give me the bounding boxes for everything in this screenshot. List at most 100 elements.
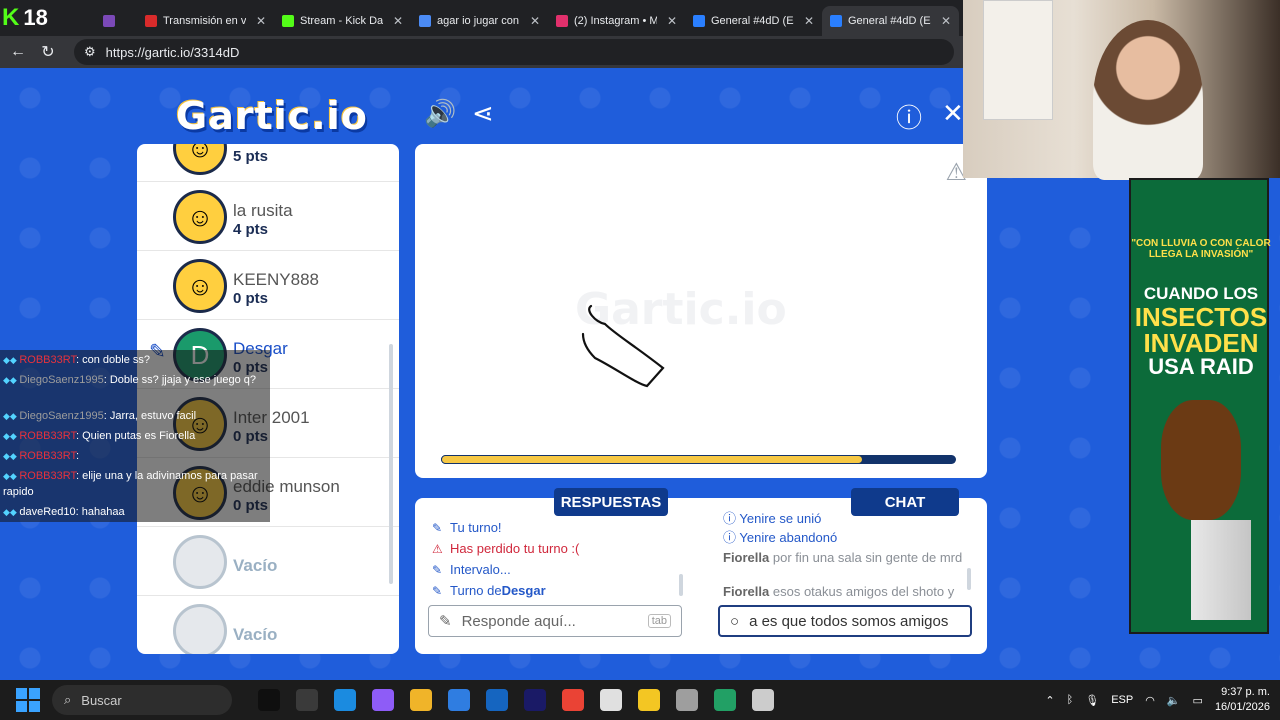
- stream-chat-user: ROBB33RT: [19, 470, 76, 482]
- gartic-logo[interactable]: Gartic.io: [176, 94, 368, 138]
- site-info-icon[interactable]: ⚙: [84, 44, 96, 60]
- player-row[interactable]: Vacío: [137, 528, 399, 596]
- chat-input-value[interactable]: a es que todos somos amigos: [749, 613, 948, 630]
- player-avatar: ☺: [173, 190, 227, 244]
- taskbar-app-icon[interactable]: [486, 689, 508, 711]
- tab-close-icon[interactable]: ✕: [393, 14, 403, 28]
- tab-title[interactable]: General #4dD (Esp: [711, 15, 794, 27]
- tab-title[interactable]: General #4dD (Esp: [848, 15, 931, 27]
- browser-tab[interactable]: General #4dD (Esp ✕: [685, 6, 822, 36]
- info-icon[interactable]: ⓘ: [896, 98, 922, 135]
- chat-text: Yenire abandonó: [739, 530, 838, 545]
- players-scrollbar[interactable]: [389, 344, 393, 584]
- language-indicator[interactable]: ESP: [1111, 694, 1133, 706]
- taskbar-app-icon[interactable]: [372, 689, 394, 711]
- browser-tab[interactable]: [95, 6, 137, 36]
- kick-logo-icon: K: [2, 4, 20, 31]
- raid-ad-banner[interactable]: "CON LLUVIA O CON CALOR LLEGA LA INVASIÓ…: [1129, 178, 1271, 634]
- sound-icon[interactable]: 🔊: [424, 98, 456, 129]
- player-row[interactable]: ☺ la rusita 4 pts: [137, 183, 399, 251]
- player-row[interactable]: Vacío: [137, 597, 399, 654]
- stream-chat-message: ◆◆ ROBB33RT: Quien putas es Fiorella: [3, 428, 267, 444]
- tab-strip: Transmisión en viv✕Stream - Kick Dash✕ag…: [95, 0, 959, 36]
- wifi-icon[interactable]: ◠: [1145, 694, 1155, 707]
- mic-icon[interactable]: 🎙: [1085, 694, 1099, 707]
- clock[interactable]: 9:37 p. m. 16/01/2026: [1215, 685, 1270, 715]
- tab-close-icon[interactable]: ✕: [804, 14, 814, 28]
- taskbar-search-label[interactable]: Buscar: [81, 693, 121, 708]
- drawing-canvas[interactable]: Gartic.io ⚠: [415, 144, 987, 478]
- tab-close-icon[interactable]: ✕: [256, 14, 266, 28]
- player-name: Vacío: [233, 556, 278, 575]
- taskbar-app-icon[interactable]: [334, 689, 356, 711]
- tab-close-icon[interactable]: ✕: [530, 14, 540, 28]
- turn-timer-fill: [441, 455, 864, 464]
- taskbar-app-icon[interactable]: [562, 689, 584, 711]
- browser-tab[interactable]: (2) Instagram • Me ✕: [548, 6, 685, 36]
- chat-scrollbar[interactable]: [967, 568, 971, 590]
- player-points: 5 pts: [233, 148, 269, 165]
- tab-title[interactable]: Stream - Kick Dash: [300, 15, 383, 27]
- ad-line4: USA RAID: [1148, 354, 1254, 379]
- answer-input-placeholder[interactable]: Responde aquí...: [462, 613, 576, 630]
- browser-tab[interactable]: Transmisión en viv ✕: [137, 6, 274, 36]
- close-icon[interactable]: ✕: [942, 98, 964, 129]
- browser-tab[interactable]: General #4dD (Esp ✕: [822, 6, 959, 36]
- answers-heading[interactable]: RESPUESTAS: [554, 488, 668, 516]
- answer-log-player: Desgar: [501, 583, 546, 598]
- ad-line1: CUANDO LOS: [1143, 284, 1259, 303]
- stream-chat-message: ◆◆ DiegoSaenz1995: Jarra, estuvo facil: [3, 408, 267, 424]
- player-name: la rusita: [233, 201, 293, 220]
- tab-favicon-icon: [103, 15, 115, 27]
- tab-title[interactable]: (2) Instagram • Me: [574, 15, 657, 27]
- chevron-up-icon[interactable]: ⌃: [1045, 694, 1054, 707]
- share-icon[interactable]: ⋖: [472, 98, 494, 129]
- chat-text: Yenire se unió: [739, 511, 822, 526]
- chat-badges-icon: ◆◆: [3, 355, 20, 365]
- drawing-stroke: [581, 304, 665, 388]
- taskbar-app-icon[interactable]: [296, 689, 318, 711]
- tab-title[interactable]: Transmisión en viv: [163, 15, 246, 27]
- player-row[interactable]: ☺ 5 pts: [137, 144, 399, 182]
- taskbar-app-icon[interactable]: [676, 689, 698, 711]
- tab-close-icon[interactable]: ✕: [941, 14, 951, 28]
- answer-input[interactable]: ✎ Responde aquí... tab: [428, 605, 682, 637]
- browser-tab[interactable]: Stream - Kick Dash ✕: [274, 6, 411, 36]
- reload-icon[interactable]: ↻: [40, 42, 56, 62]
- volume-icon[interactable]: 🔈: [1167, 694, 1181, 707]
- battery-icon[interactable]: ▭: [1193, 694, 1203, 707]
- insect-illustration: [1161, 400, 1241, 520]
- taskbar-app-icon[interactable]: [714, 689, 736, 711]
- search-icon: ○: [730, 612, 740, 630]
- tab-title[interactable]: agar io jugar con a: [437, 15, 520, 27]
- webcam-overlay: [963, 0, 1280, 180]
- player-row[interactable]: ☺ KEENY888 0 pts: [137, 252, 399, 320]
- taskbar-app-icon[interactable]: [410, 689, 432, 711]
- back-arrow-icon[interactable]: ←: [10, 43, 26, 61]
- taskbar-app-icon[interactable]: [448, 689, 470, 711]
- taskbar-app-icon[interactable]: [638, 689, 660, 711]
- tab-key-hint: tab: [647, 614, 671, 628]
- browser-tab[interactable]: agar io jugar con a ✕: [411, 6, 548, 36]
- answer-log-text: Tu turno!: [450, 520, 502, 535]
- taskbar-app-icon[interactable]: [524, 689, 546, 711]
- windows-start-icon[interactable]: [16, 688, 40, 712]
- url-field[interactable]: ⚙ https://gartic.io/3314dD: [74, 39, 954, 65]
- taskbar-app-icon[interactable]: [752, 689, 774, 711]
- taskbar-app-icon[interactable]: [600, 689, 622, 711]
- tab-close-icon[interactable]: ✕: [667, 14, 677, 28]
- chat-message: Fiorella por fin una sala sin gente de m…: [723, 551, 973, 565]
- chat-input[interactable]: ○ a es que todos somos amigos: [718, 605, 972, 637]
- tab-favicon-icon: [145, 15, 157, 27]
- stream-chat-overlay: ◆◆ ROBB33RT: con doble ss? ◆◆ DiegoSaenz1…: [0, 350, 270, 522]
- stream-chat-text: : hahahaa: [75, 506, 125, 518]
- bluetooth-icon[interactable]: ᛒ: [1067, 694, 1074, 706]
- taskbar-apps: [242, 689, 774, 711]
- empty-avatar-icon: [173, 604, 227, 654]
- taskbar-app-icon[interactable]: [258, 689, 280, 711]
- answers-scrollbar[interactable]: [679, 574, 683, 596]
- answers-chat-panel: RESPUESTAS CHAT ✎ Tu turno! ⚠ Has perdido t…: [415, 488, 987, 654]
- taskbar-search[interactable]: ⌕ Buscar: [52, 685, 232, 715]
- player-avatar: ☺: [173, 144, 227, 175]
- url-text[interactable]: https://gartic.io/3314dD: [106, 45, 240, 60]
